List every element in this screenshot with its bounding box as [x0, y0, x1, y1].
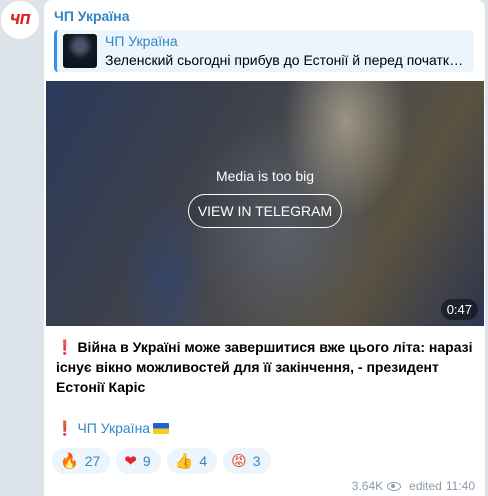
- exclamation-icon: ❗: [56, 420, 74, 436]
- reactions-bar: 🔥 27 ❤ 9 👍 4 😡 3: [52, 448, 271, 474]
- message-meta: 3.64K edited 11:40: [352, 479, 475, 493]
- eye-icon: [387, 481, 402, 491]
- reaction-count: 27: [84, 453, 101, 469]
- view-count: 3.64K: [351, 479, 384, 493]
- channel-name[interactable]: ЧП Україна: [54, 8, 130, 24]
- post-signature: ❗ ЧП Україна: [56, 420, 170, 437]
- media-too-big-label: Media is too big: [215, 168, 315, 184]
- reply-text: Зеленский сьогодні прибув до Естонії й п…: [105, 52, 471, 68]
- reaction-count: 4: [199, 453, 208, 469]
- view-in-telegram-button[interactable]: VIEW IN TELEGRAM: [188, 194, 342, 228]
- video-duration: 0:47: [440, 299, 478, 320]
- reaction-count: 9: [142, 453, 151, 469]
- message-bubble: ЧП Україна ЧП Україна Зеленский сьогодні…: [44, 0, 485, 496]
- signature-link[interactable]: ЧП Україна: [77, 420, 150, 436]
- ukraine-flag-icon: [153, 423, 170, 434]
- reaction-heart[interactable]: ❤ 9: [116, 448, 161, 474]
- exclamation-icon: ❗: [56, 339, 74, 355]
- message-time: 11:40: [445, 479, 475, 493]
- reply-title: ЧП Україна: [105, 33, 178, 49]
- reply-thumbnail: [63, 34, 97, 68]
- thumbs-up-icon: 👍: [174, 452, 194, 470]
- reaction-angry[interactable]: 😡 3: [223, 448, 271, 474]
- reaction-count: 3: [252, 453, 261, 469]
- channel-avatar[interactable]: ЧП: [0, 0, 40, 40]
- edited-label: edited: [409, 479, 442, 493]
- reply-preview[interactable]: ЧП Україна Зеленский сьогодні прибув до …: [54, 30, 474, 72]
- reaction-thumbs-up[interactable]: 👍 4: [166, 448, 218, 474]
- video-preview[interactable]: Media is too big VIEW IN TELEGRAM 0:47: [46, 81, 484, 326]
- avatar-text: ЧП: [9, 12, 31, 28]
- angry-face-icon: 😡: [231, 452, 247, 470]
- heart-icon: ❤: [124, 452, 137, 470]
- post-text: ❗ Війна в Україні може завершитися вже ць…: [56, 337, 476, 397]
- post-body: Війна в Україні може завершитися вже цьо…: [56, 339, 473, 395]
- reaction-fire[interactable]: 🔥 27: [52, 448, 111, 474]
- fire-icon: 🔥: [60, 452, 79, 470]
